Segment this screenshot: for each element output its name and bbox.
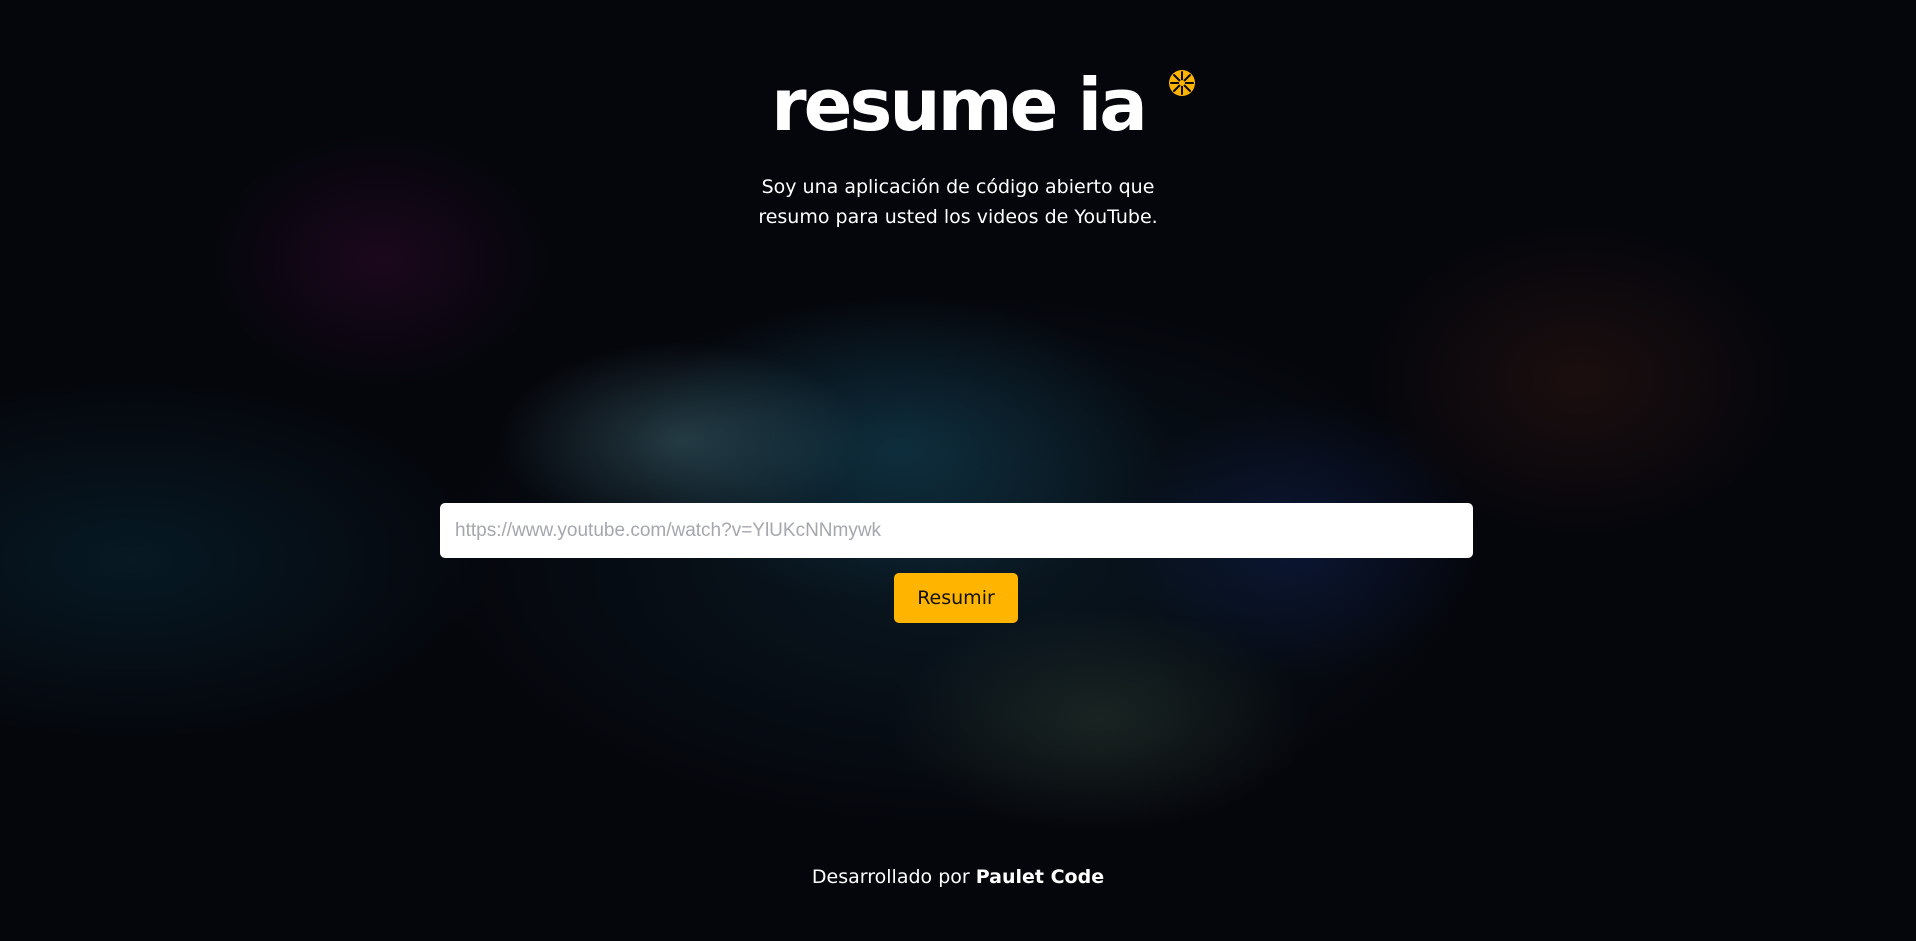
youtube-url-input[interactable] xyxy=(440,503,1473,558)
page-background: resume ia Soy una aplicación de código a… xyxy=(0,0,1916,941)
footer-prefix: Desarrollado por xyxy=(811,866,970,888)
summarize-button[interactable]: Resumir xyxy=(894,573,1018,623)
author-link[interactable]: Paulet Code xyxy=(976,866,1104,888)
star-burst-icon xyxy=(1167,68,1197,98)
footer: Desarrollado por Paulet Code xyxy=(0,866,1916,888)
header: resume ia xyxy=(0,60,1916,150)
tagline: Soy una aplicación de código abierto que… xyxy=(758,176,1158,228)
logo: resume ia xyxy=(771,60,1195,150)
logo-text: resume ia xyxy=(771,63,1148,147)
